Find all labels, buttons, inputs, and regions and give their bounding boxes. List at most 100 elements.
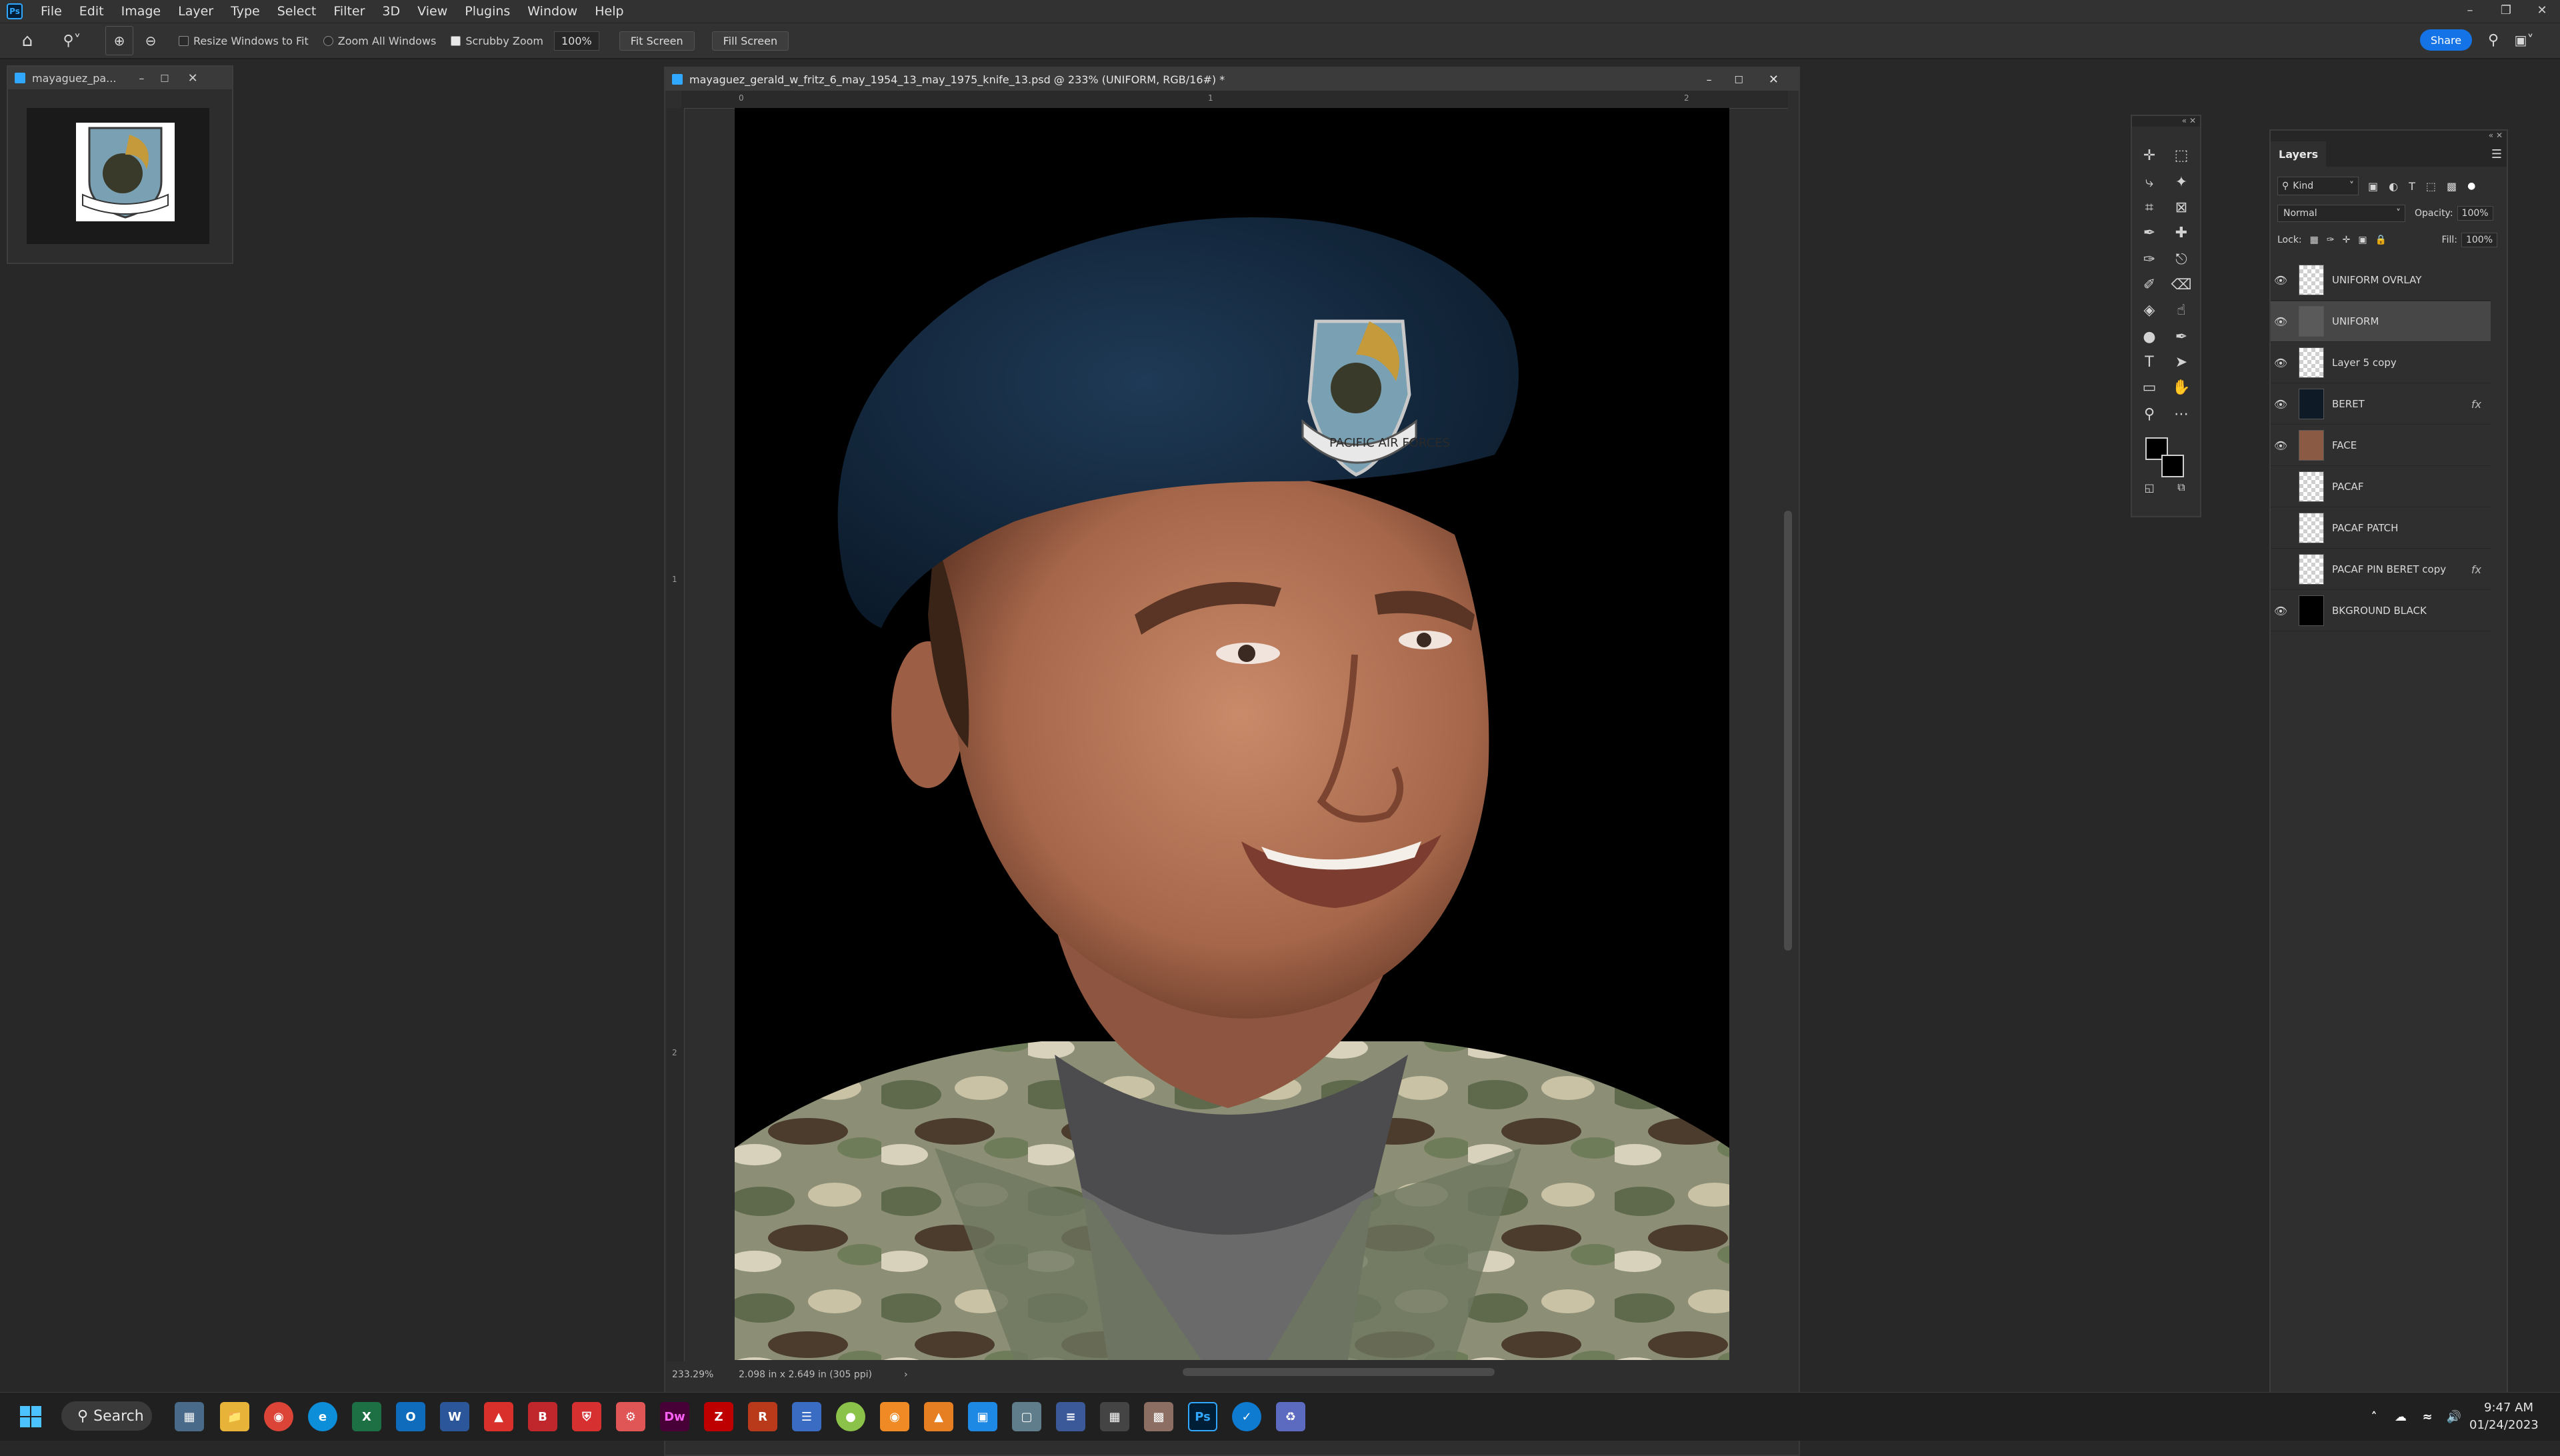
- brush-tool-icon[interactable]: ✑: [2136, 248, 2163, 271]
- more-tools-icon[interactable]: ⋯: [2168, 403, 2195, 425]
- lock-pixels-icon[interactable]: ✑: [2327, 235, 2335, 245]
- zoom-value-button[interactable]: 100%: [554, 31, 599, 51]
- vlc-icon[interactable]: ▲: [924, 1402, 953, 1431]
- adjustment-filter-icon[interactable]: ◐: [2389, 180, 2398, 193]
- floating-document-titlebar[interactable]: mayaguez_pa... – □ ✕: [8, 67, 232, 89]
- eye-icon[interactable]: 👁: [2271, 343, 2291, 383]
- eye-icon[interactable]: 👁: [2271, 591, 2291, 631]
- filezilla-icon[interactable]: Z: [704, 1402, 733, 1431]
- workspace-icon[interactable]: ▣˅: [2512, 28, 2536, 52]
- app-b-icon[interactable]: B: [528, 1402, 557, 1431]
- vertical-scrollbar[interactable]: [1784, 511, 1792, 951]
- eye-hidden-slot[interactable]: [2271, 549, 2291, 589]
- minimize-icon[interactable]: –: [1707, 73, 1712, 86]
- background-color-swatch[interactable]: [2161, 455, 2184, 477]
- stripes-app-icon[interactable]: ≡: [1056, 1402, 1085, 1431]
- app-r-icon[interactable]: R: [748, 1402, 777, 1431]
- menu-layer[interactable]: Layer: [169, 4, 222, 19]
- share-button[interactable]: Share: [2420, 29, 2472, 51]
- type-filter-icon[interactable]: T: [2409, 180, 2415, 193]
- task-view-icon[interactable]: ▦: [175, 1402, 204, 1431]
- acrobat-icon[interactable]: ▲: [484, 1402, 513, 1431]
- taskbar-search[interactable]: ⚲ Search: [61, 1401, 152, 1431]
- hand-tool-icon[interactable]: ✋: [2168, 376, 2195, 399]
- blend-mode-dropdown[interactable]: Normal ˅: [2277, 205, 2405, 222]
- brown-app-icon[interactable]: ▩: [1144, 1402, 1173, 1431]
- fill-field[interactable]: 100%: [2461, 233, 2497, 247]
- menu-plugins[interactable]: Plugins: [456, 4, 519, 19]
- gear-app-icon[interactable]: ⚙: [616, 1402, 645, 1431]
- edge-icon[interactable]: e: [308, 1402, 337, 1431]
- tools-panel-header[interactable]: « ✕: [2132, 116, 2200, 127]
- eraser-tool-icon[interactable]: ⌫: [2168, 273, 2195, 296]
- healing-brush-tool-icon[interactable]: ✚: [2168, 221, 2195, 244]
- browser-app-icon[interactable]: ✓: [1232, 1402, 1261, 1431]
- horizontal-ruler[interactable]: 0 1 2: [681, 91, 1788, 109]
- type-tool-icon[interactable]: T: [2136, 351, 2163, 373]
- move-tool-icon[interactable]: ✛: [2136, 144, 2163, 167]
- frame-tool-icon[interactable]: ⊠: [2168, 196, 2195, 219]
- history-brush-tool-icon[interactable]: ✐: [2136, 273, 2163, 296]
- pen-tool-icon[interactable]: ✒: [2168, 325, 2195, 348]
- photoshop-logo-icon[interactable]: Ps: [7, 3, 23, 19]
- layer-effects-icon[interactable]: fx: [2471, 398, 2481, 411]
- shape-filter-icon[interactable]: ⬚: [2426, 180, 2436, 193]
- rectangle-tool-icon[interactable]: ▭: [2136, 376, 2163, 399]
- chevron-right-icon[interactable]: ›: [904, 1369, 908, 1380]
- pixel-filter-icon[interactable]: ▣: [2368, 180, 2378, 193]
- fill-screen-button[interactable]: Fill Screen: [711, 31, 789, 51]
- photoshop-taskbar-icon[interactable]: Ps: [1188, 1402, 1217, 1431]
- layer-effects-icon[interactable]: fx: [2471, 563, 2481, 576]
- menu-help[interactable]: Help: [586, 4, 632, 19]
- chrome-icon[interactable]: ◉: [264, 1402, 293, 1431]
- magic-wand-tool-icon[interactable]: ✦: [2168, 171, 2195, 193]
- eye-icon[interactable]: 👁: [2271, 384, 2291, 424]
- menu-3d[interactable]: 3D: [373, 4, 409, 19]
- restore-icon[interactable]: ❐: [2488, 0, 2524, 23]
- resize-windows-checkbox[interactable]: Resize Windows to Fit: [179, 35, 309, 47]
- windows-start-icon[interactable]: [16, 1402, 45, 1431]
- vertical-ruler[interactable]: 1 2: [667, 108, 685, 1361]
- eye-icon[interactable]: 👁: [2271, 301, 2291, 341]
- tab-layers[interactable]: Layers: [2271, 141, 2327, 167]
- volume-icon[interactable]: 🔊: [2444, 1402, 2464, 1431]
- lock-transparent-icon[interactable]: ▦: [2310, 235, 2319, 245]
- zoom-in-icon[interactable]: ⊕: [105, 26, 133, 55]
- clock[interactable]: 9:47 AM 01/24/2023: [2469, 1399, 2539, 1434]
- layer-row[interactable]: PACAF: [2271, 467, 2491, 507]
- tray-chevron-icon[interactable]: ˄: [2364, 1402, 2384, 1431]
- layer-row[interactable]: PACAF PATCH: [2271, 508, 2491, 549]
- menu-filter[interactable]: Filter: [325, 4, 373, 19]
- filter-toggle-icon[interactable]: ●: [2467, 181, 2475, 191]
- outlook-icon[interactable]: O: [396, 1402, 425, 1431]
- green-app-icon[interactable]: ●: [836, 1402, 865, 1431]
- layer-row[interactable]: PACAF PIN BERET copy fx: [2271, 549, 2491, 590]
- eye-icon[interactable]: 👁: [2271, 425, 2291, 465]
- menu-select[interactable]: Select: [269, 4, 325, 19]
- cloud-icon[interactable]: ☁: [2391, 1402, 2411, 1431]
- crop-tool-icon[interactable]: ⌗: [2136, 196, 2163, 219]
- gray-app-icon[interactable]: ▢: [1012, 1402, 1041, 1431]
- lock-artboard-icon[interactable]: ▣: [2358, 235, 2367, 245]
- smart-object-filter-icon[interactable]: ▩: [2447, 180, 2457, 193]
- eye-hidden-slot[interactable]: [2271, 467, 2291, 507]
- eye-icon[interactable]: 👁: [2271, 260, 2291, 300]
- close-icon[interactable]: ✕: [188, 71, 198, 85]
- lasso-tool-icon[interactable]: ⤷: [2136, 171, 2163, 193]
- menu-type[interactable]: Type: [222, 4, 269, 19]
- scrubby-zoom-checkbox[interactable]: Scrubby Zoom: [451, 35, 543, 47]
- layer-row[interactable]: 👁 BERET fx: [2271, 384, 2491, 425]
- calendar-app-icon[interactable]: ▦: [1100, 1402, 1129, 1431]
- search-icon[interactable]: ⚲: [2481, 28, 2505, 52]
- zoom-out-icon[interactable]: ⊖: [137, 27, 164, 55]
- close-icon[interactable]: ✕: [1769, 73, 1779, 87]
- marquee-tool-icon[interactable]: ⬚: [2168, 144, 2195, 167]
- smudge-tool-icon[interactable]: ☝: [2168, 299, 2195, 321]
- minimize-icon[interactable]: –: [2452, 0, 2488, 23]
- close-icon[interactable]: ✕: [2524, 0, 2560, 23]
- zoom-readout[interactable]: 233.29%: [672, 1369, 739, 1380]
- layer-row[interactable]: 👁 Layer 5 copy: [2271, 343, 2491, 383]
- menu-file[interactable]: File: [32, 4, 71, 19]
- layer-row[interactable]: 👁 UNIFORM OVRLAY: [2271, 260, 2491, 301]
- list-app-icon[interactable]: ☰: [792, 1402, 821, 1431]
